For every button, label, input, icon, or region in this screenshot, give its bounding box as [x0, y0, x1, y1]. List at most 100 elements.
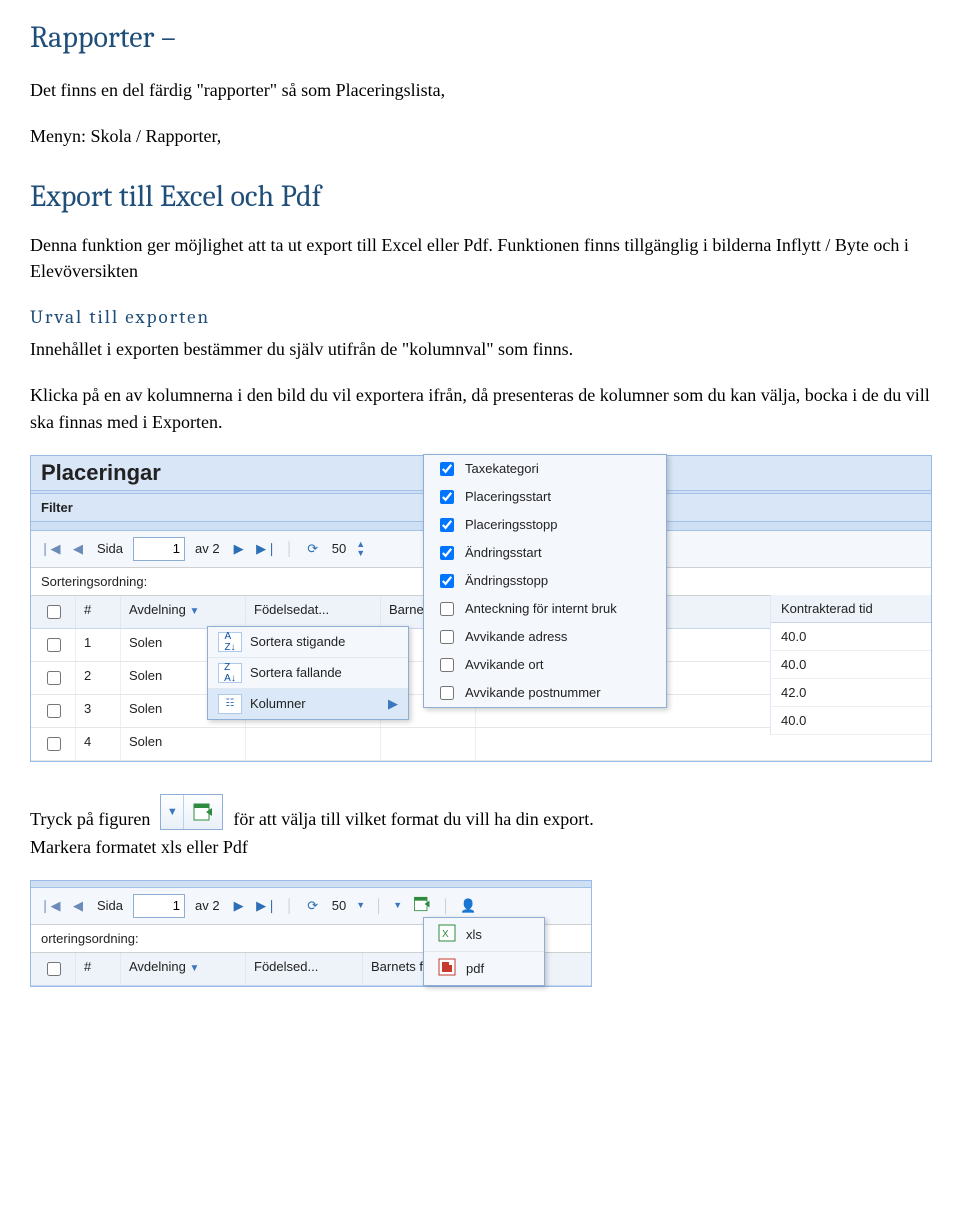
right-cell: 42.0 [771, 679, 931, 707]
col-option-checkbox[interactable] [440, 630, 454, 644]
export-menu-dropdown-icon[interactable]: ▼ [393, 901, 402, 910]
first-page-icon[interactable]: ❘◀ [41, 540, 59, 558]
last-page-icon[interactable]: ▶❘ [258, 540, 276, 558]
xls-icon: X [438, 924, 456, 945]
count-dropdown-icon[interactable]: ▼ [356, 901, 365, 910]
prev-page-icon[interactable]: ◀ [69, 897, 87, 915]
col-option-checkbox[interactable] [440, 602, 454, 616]
row-checkbox[interactable] [47, 737, 61, 751]
col-option-label: Ändringsstopp [465, 573, 548, 588]
col-option[interactable]: Ändringsstopp [424, 567, 666, 595]
user-icon[interactable]: 👤 [460, 898, 476, 914]
col-fodelsedatum[interactable]: Födelsedat... [246, 596, 381, 628]
export-toolbar-button[interactable]: ▼ [160, 794, 223, 830]
col-hash[interactable]: # [76, 596, 121, 628]
col-option[interactable]: Avvikande ort [424, 651, 666, 679]
col-option-checkbox[interactable] [440, 686, 454, 700]
col-option-label: Placeringsstopp [465, 517, 558, 532]
format-pdf-item[interactable]: pdf [424, 952, 544, 985]
format-xls-label: xls [466, 927, 482, 942]
sort-desc-icon: ZA↓ [218, 663, 242, 683]
columns-item[interactable]: ☷ Kolumner ▶ [208, 689, 408, 719]
right-cell: 40.0 [771, 707, 931, 735]
column-sort-menu: AZ↓ Sortera stigande ZA↓ Sortera falland… [207, 626, 409, 720]
row-num: 4 [76, 728, 121, 760]
columns-icon: ☷ [218, 694, 242, 714]
para-intro-2: Menyn: Skola / Rapporter, [30, 123, 930, 149]
col-option-label: Ändringsstart [465, 545, 542, 560]
select-all-checkbox[interactable] [47, 962, 61, 976]
col-option-label: Avvikande ort [465, 657, 544, 672]
col-option[interactable]: Ändringsstart [424, 539, 666, 567]
row-num: 3 [76, 695, 121, 727]
col-option[interactable]: Placeringsstopp [424, 511, 666, 539]
col-avdelning[interactable]: Avdelning ▼ [121, 596, 246, 628]
para-markera: Markera formatet xls eller Pdf [30, 834, 930, 860]
col-avdelning[interactable]: Avdelning ▼ [121, 953, 246, 985]
col-option-checkbox[interactable] [440, 546, 454, 560]
col-option-checkbox[interactable] [440, 574, 454, 588]
col-option[interactable]: Placeringsstart [424, 483, 666, 511]
col-option-checkbox[interactable] [440, 462, 454, 476]
col-option-label: Anteckning för internt bruk [465, 601, 617, 616]
sort-desc-item[interactable]: ZA↓ Sortera fallande [208, 658, 408, 689]
last-page-icon[interactable]: ▶❘ [258, 897, 276, 915]
page-input[interactable] [133, 894, 185, 918]
format-menu: X xls pdf [423, 917, 545, 986]
first-page-icon[interactable]: ❘◀ [41, 897, 59, 915]
export-dropdown-icon[interactable]: ▼ [161, 795, 184, 829]
svg-text:X: X [442, 929, 449, 940]
row-num: 1 [76, 629, 121, 661]
sort-asc-icon: AZ↓ [218, 632, 242, 652]
col-option[interactable]: Avvikande postnummer [424, 679, 666, 707]
count-dropdown-icon[interactable]: ▲▼ [356, 540, 365, 558]
col-option[interactable]: Avvikande adress [424, 623, 666, 651]
sort-asc-item[interactable]: AZ↓ Sortera stigande [208, 627, 408, 658]
para-urval-1: Innehållet i exporten bestämmer du själv… [30, 336, 930, 362]
heading-rapporter: Rapporter – [30, 20, 930, 55]
pdf-icon [438, 958, 456, 979]
format-pdf-label: pdf [466, 961, 484, 976]
sort-asc-label: Sortera stigande [250, 634, 345, 649]
heading-export: Export till Excel och Pdf [30, 179, 930, 214]
export-excel-icon [184, 795, 222, 829]
right-cell: 40.0 [771, 651, 931, 679]
col-option-label: Placeringsstart [465, 489, 551, 504]
next-page-icon[interactable]: ▶ [230, 540, 248, 558]
right-column: Kontrakterad tid 40.0 40.0 42.0 40.0 [770, 595, 931, 735]
screenshot-placeringar: Placeringar Filter ❘◀ ◀ Sida av 2 ▶ ▶❘ │… [30, 455, 932, 762]
page-input[interactable] [133, 537, 185, 561]
col-option-label: Avvikande adress [465, 629, 567, 644]
col-hash[interactable]: # [76, 953, 121, 985]
prev-page-icon[interactable]: ◀ [69, 540, 87, 558]
row-checkbox[interactable] [47, 638, 61, 652]
col-option[interactable]: Taxekategori [424, 455, 666, 483]
col-option-checkbox[interactable] [440, 518, 454, 532]
col-option-checkbox[interactable] [440, 490, 454, 504]
column-chooser-menu: Taxekategori Placeringsstart Placeringss… [423, 454, 667, 708]
refresh-icon[interactable]: ⟳ [304, 897, 322, 915]
row-checkbox[interactable] [47, 704, 61, 718]
pager-total: av 2 [195, 541, 220, 556]
para-intro-1: Det finns en del färdig "rapporter" så s… [30, 77, 930, 103]
col-option[interactable]: Anteckning för internt bruk [424, 595, 666, 623]
refresh-icon[interactable]: ⟳ [304, 540, 322, 558]
para-urval-2: Klicka på en av kolumnerna i den bild du… [30, 382, 930, 434]
row-num: 2 [76, 662, 121, 694]
row-checkbox[interactable] [47, 671, 61, 685]
row-dept: Solen [121, 728, 246, 760]
col-option-label: Taxekategori [465, 461, 539, 476]
format-xls-item[interactable]: X xls [424, 918, 544, 952]
col-option-checkbox[interactable] [440, 658, 454, 672]
pager-count: 50 [332, 541, 346, 556]
next-page-icon[interactable]: ▶ [230, 897, 248, 915]
para-export: Denna funktion ger möjlighet att ta ut e… [30, 232, 930, 284]
col-option-label: Avvikande postnummer [465, 685, 601, 700]
col-fodelsedatum[interactable]: Födelsed... [246, 953, 363, 985]
col-kontrakterad-tid[interactable]: Kontrakterad tid [771, 595, 931, 623]
select-all-checkbox[interactable] [47, 605, 61, 619]
export-excel-icon[interactable] [412, 894, 432, 917]
para-tryck-a: Tryck på figuren [30, 809, 150, 830]
pager-label-sida: Sida [97, 541, 123, 556]
columns-label: Kolumner [250, 696, 306, 711]
